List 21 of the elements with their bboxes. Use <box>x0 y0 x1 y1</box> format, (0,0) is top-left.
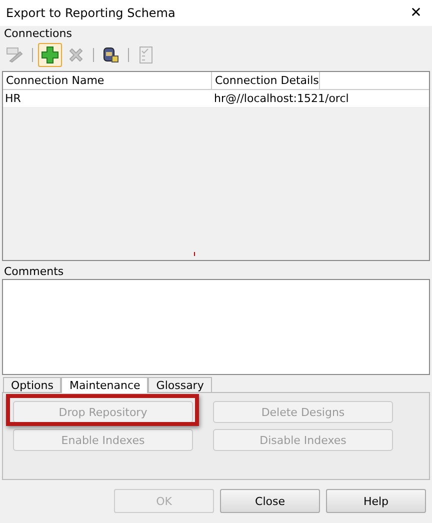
window-title: Export to Reporting Schema <box>6 6 176 20</box>
section-label: Comments <box>3 264 65 279</box>
table-cell-text: hr@//localhost:1521/orcl <box>213 91 349 107</box>
tick-mark <box>194 252 195 256</box>
dialog-button[interactable]: Help <box>326 489 426 513</box>
tab[interactable]: Maintenance <box>61 377 148 393</box>
tab[interactable]: Options <box>3 377 62 392</box>
column-header[interactable]: Connection Name <box>3 72 212 89</box>
tab[interactable]: Glossary <box>148 377 212 392</box>
comments-field[interactable] <box>2 279 430 375</box>
section-label: Connections <box>3 26 73 42</box>
table-cell-text: HR <box>4 91 22 107</box>
checklist-icon <box>139 46 153 64</box>
delete-icon <box>68 47 84 63</box>
close-button[interactable]: ✕ <box>400 0 432 26</box>
pencil-icon <box>6 47 24 63</box>
add-tool-button[interactable] <box>38 43 62 67</box>
plus-icon <box>41 46 59 64</box>
dialog-button[interactable]: Close <box>220 489 320 513</box>
column-header[interactable]: Connection Details <box>212 72 320 89</box>
database-icon <box>102 46 120 64</box>
